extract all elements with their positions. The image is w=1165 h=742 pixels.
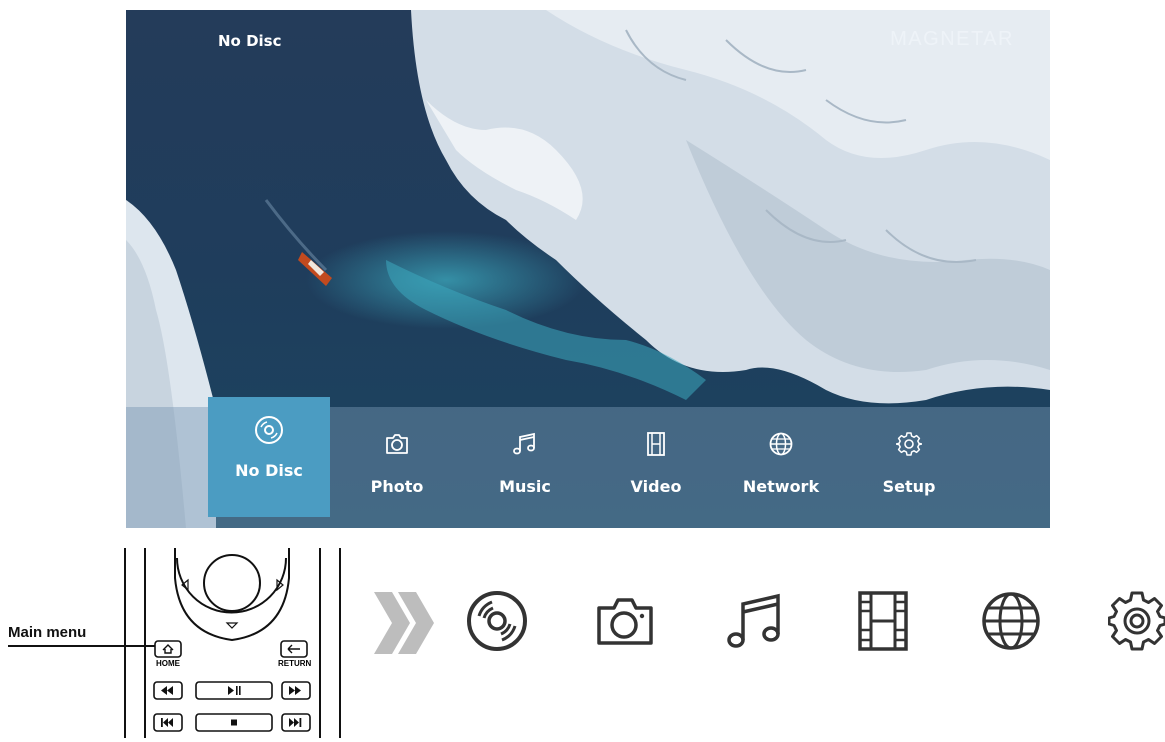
gear-icon	[896, 432, 922, 456]
transport-row-1	[153, 681, 311, 700]
remote-control: HOME RETURN	[120, 548, 345, 738]
menu-item-music[interactable]: Music	[470, 407, 580, 528]
return-button[interactable]	[280, 640, 308, 658]
menu-item-label: Music	[499, 477, 551, 496]
film-icon	[647, 432, 665, 456]
brand-logo: MAGNETAR	[890, 28, 1014, 50]
chevron-right-icon	[374, 592, 434, 654]
camera-icon	[386, 434, 408, 454]
home-button[interactable]	[154, 640, 182, 658]
menu-item-label: No Disc	[235, 461, 303, 480]
menu-item-network[interactable]: Network	[726, 407, 836, 528]
menu-item-label: Video	[630, 477, 682, 496]
menu-item-label: Photo	[370, 477, 424, 496]
camera-icon	[597, 598, 653, 645]
menu-item-video[interactable]: Video	[601, 407, 711, 528]
music-note-icon	[727, 593, 780, 648]
disc-icon	[255, 416, 283, 444]
menu-item-label: Network	[742, 477, 820, 496]
screen-title: No Disc	[218, 32, 282, 50]
menu-item-label: Setup	[882, 477, 936, 496]
menu-item-setup[interactable]: Setup	[854, 407, 964, 528]
film-icon	[858, 591, 908, 651]
menu-item-no-disc[interactable]: No Disc	[208, 397, 330, 517]
main-menu-callout: Main menu	[8, 624, 87, 641]
music-note-icon	[513, 432, 535, 455]
tv-screen: No Disc MAGNETAR No Disc Photo Music Vid…	[126, 10, 1050, 528]
main-menu-bar: No Disc Photo Music Video Network Setup	[126, 397, 1050, 528]
home-label: HOME	[156, 659, 180, 668]
return-label: RETURN	[278, 659, 312, 668]
gear-icon	[1108, 591, 1165, 651]
transport-row-2	[153, 713, 311, 732]
globe-icon	[982, 592, 1040, 650]
disc-icon	[467, 591, 527, 651]
globe-icon	[769, 432, 793, 456]
menu-item-photo[interactable]: Photo	[342, 407, 452, 528]
